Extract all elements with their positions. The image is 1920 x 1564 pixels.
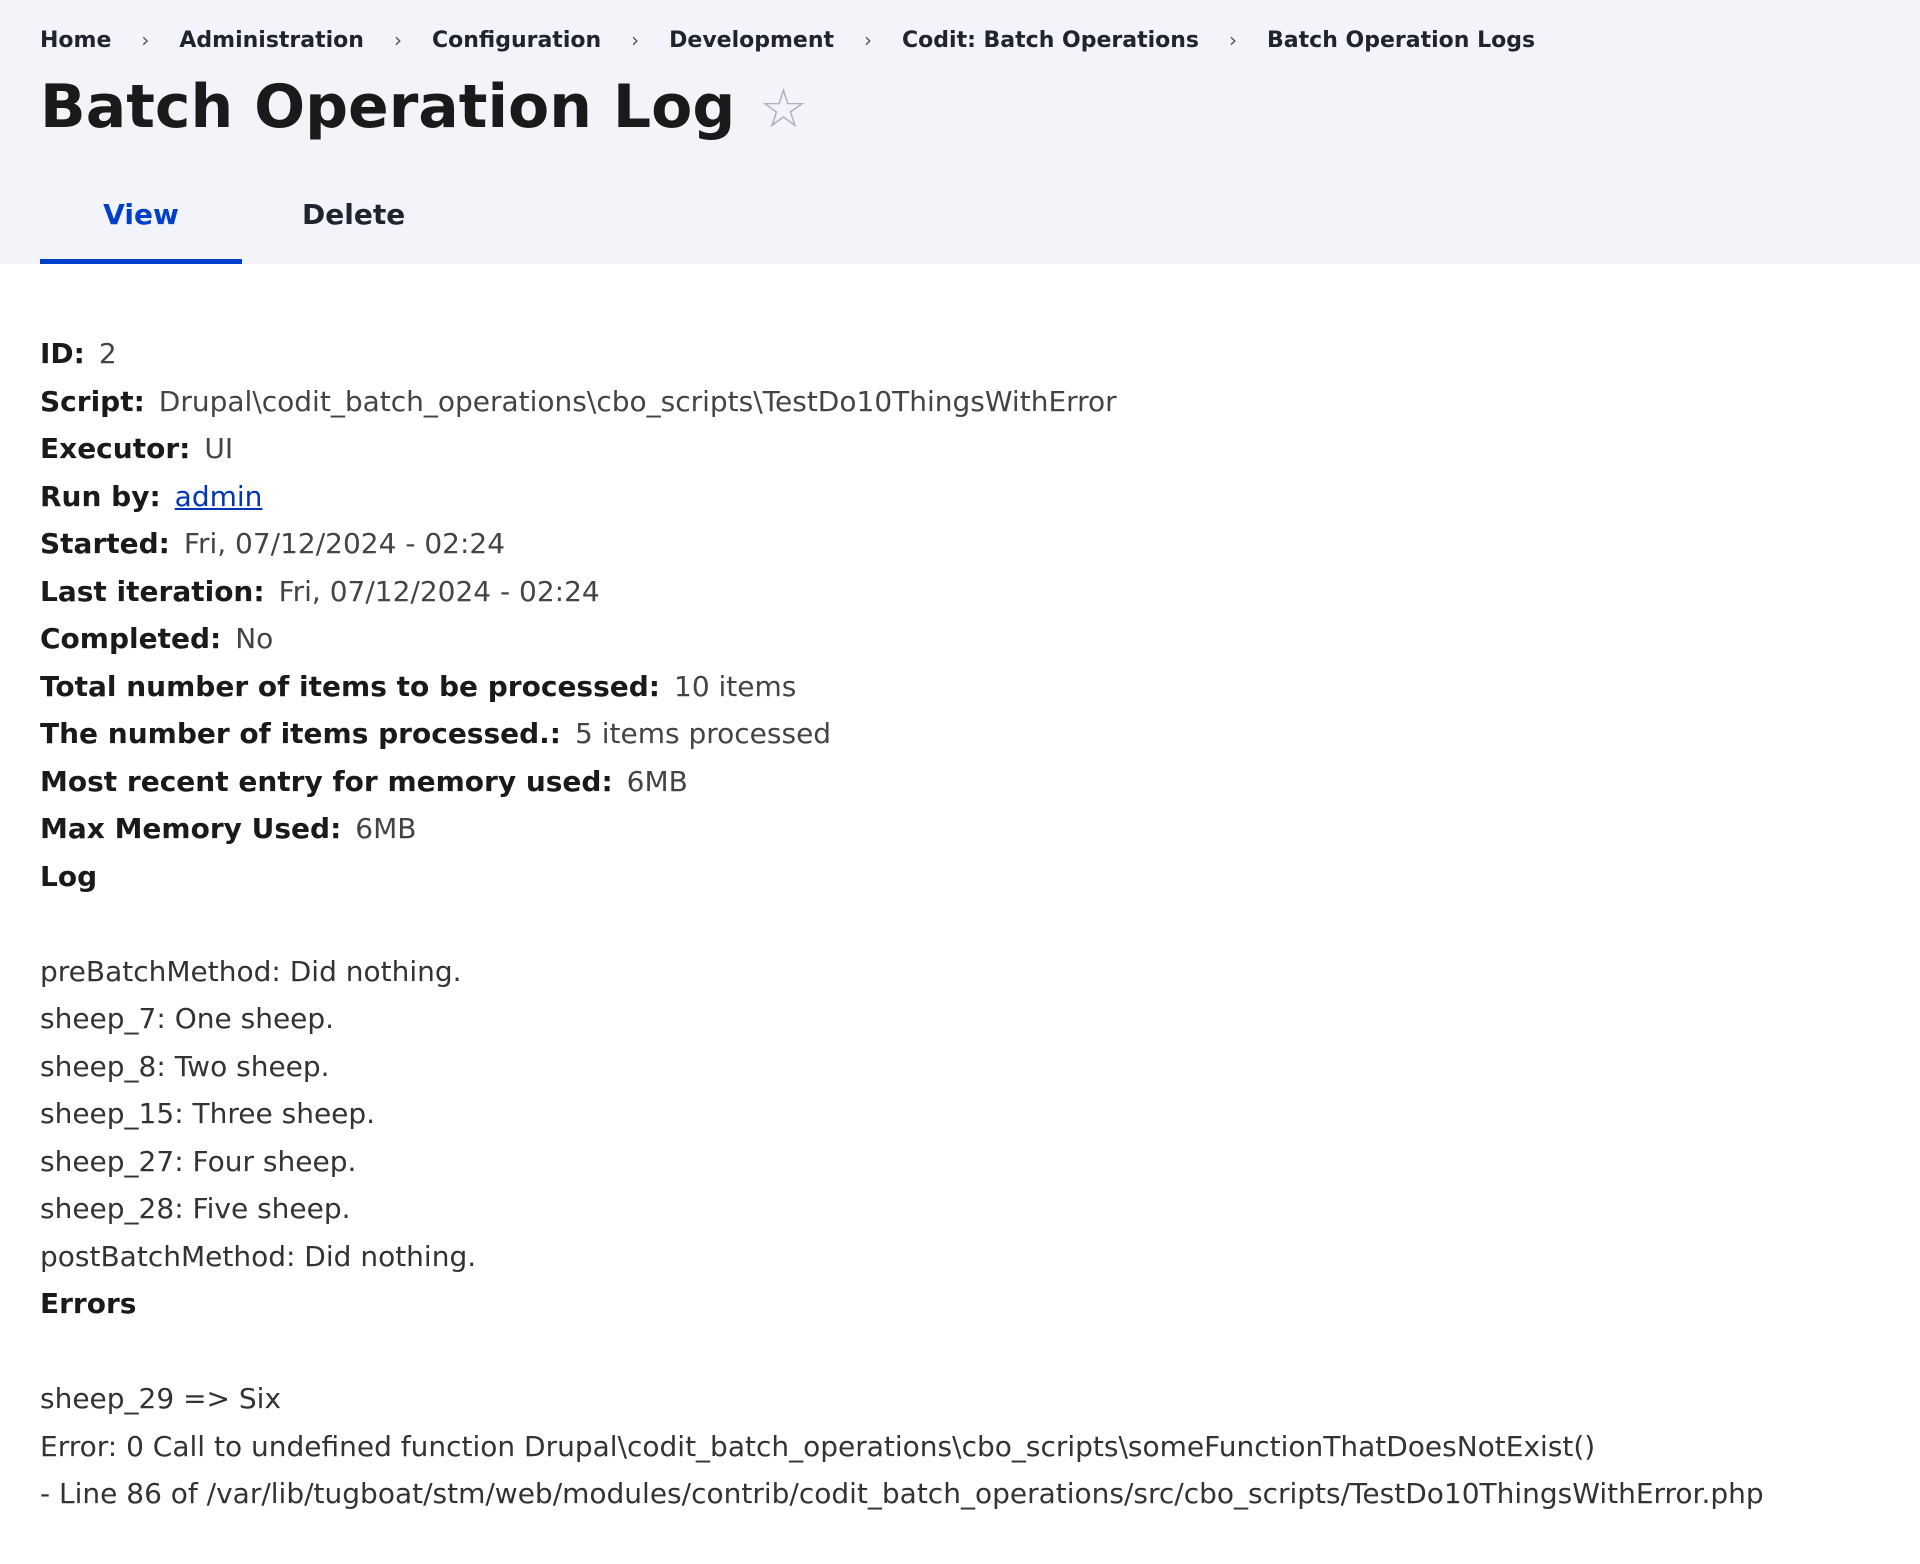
field-label: Most recent entry for memory used: <box>40 764 613 798</box>
breadcrumb-separator-icon: › <box>864 27 873 52</box>
field-label: The number of items processed.: <box>40 717 562 750</box>
local-tabs: View Delete <box>40 190 457 264</box>
field-value: 5 items processed <box>575 717 832 750</box>
log-line: preBatchMethod: Did nothing. <box>40 954 462 988</box>
field-value: Drupal\codit_batch_operations\cbo_script… <box>158 384 1117 418</box>
field-value: 6MB <box>626 764 688 798</box>
breadcrumb-home[interactable]: Home <box>40 28 111 53</box>
star-outline-icon[interactable]: ☆ <box>759 82 807 136</box>
log-line: sheep_7: One sheep. <box>40 1002 335 1035</box>
field-label: Run by: <box>40 479 161 513</box>
errors-heading: Errors <box>40 1287 137 1320</box>
log-line: sheep_28: Five sheep. <box>40 1192 351 1225</box>
field-label: Max Memory Used: <box>40 812 342 845</box>
breadcrumb-administration[interactable]: Administration <box>179 28 364 53</box>
field-label: Last iteration: <box>40 574 265 608</box>
field-script: Script: Drupal\codit_batch_operations\cbo… <box>40 378 1880 426</box>
field-completed: Completed: No <box>40 615 1880 663</box>
field-value: Fri, 07/12/2024 - 02:24 <box>278 574 600 608</box>
breadcrumb-separator-icon: › <box>1229 27 1238 52</box>
field-label: Executor: <box>40 432 191 465</box>
log-heading: Log <box>40 859 98 893</box>
field-last-iteration: Last iteration: Fri, 07/12/2024 - 02:24 <box>40 568 1880 616</box>
tab-delete[interactable]: Delete <box>242 190 457 264</box>
field-run-by: Run by: admin <box>40 473 1880 521</box>
breadcrumb: Home › Administration › Configuration › … <box>40 27 1535 54</box>
title-row: Batch Operation Log ☆ <box>40 72 808 142</box>
field-label: ID: <box>40 337 85 370</box>
breadcrumb-codit-batch-operations[interactable]: Codit: Batch Operations <box>902 28 1199 53</box>
error-line: sheep_29 => Six <box>40 1382 282 1415</box>
field-id: ID: 2 <box>40 330 1880 378</box>
log-line: postBatchMethod: Did nothing. <box>40 1239 477 1273</box>
field-label: Started: <box>40 527 170 560</box>
field-max-memory: Max Memory Used: 6MB <box>40 805 1880 853</box>
log-line: sheep_15: Three sheep. <box>40 1097 376 1130</box>
breadcrumb-separator-icon: › <box>141 27 150 52</box>
tab-view[interactable]: View <box>40 190 242 264</box>
breadcrumb-separator-icon: › <box>393 27 402 52</box>
page-header: Home › Administration › Configuration › … <box>0 0 1920 264</box>
run-by-user-link[interactable]: admin <box>175 480 263 513</box>
field-value: Fri, 07/12/2024 - 02:24 <box>183 527 506 560</box>
error-line: - Line 86 of /var/lib/tugboat/stm/web/mo… <box>40 1477 1764 1510</box>
breadcrumb-batch-operation-logs[interactable]: Batch Operation Logs <box>1267 28 1535 53</box>
log-line: sheep_8: Two sheep. <box>40 1049 330 1083</box>
field-value: No <box>235 622 274 655</box>
field-items-processed: The number of items processed.: 5 items p… <box>40 710 1880 758</box>
breadcrumb-configuration[interactable]: Configuration <box>432 28 601 53</box>
field-started: Started: Fri, 07/12/2024 - 02:24 <box>40 520 1880 568</box>
error-line: Error: 0 Call to undefined function Drup… <box>40 1429 1596 1463</box>
breadcrumb-separator-icon: › <box>631 27 640 52</box>
field-value: 2 <box>98 337 117 370</box>
field-value: 6MB <box>355 812 417 845</box>
page-title: Batch Operation Log <box>40 72 736 142</box>
log-line: sheep_27: Four sheep. <box>40 1144 357 1178</box>
field-executor: Executor: UI <box>40 425 1880 473</box>
field-label: Script: <box>40 384 145 418</box>
field-value: 10 items <box>674 669 797 703</box>
field-label: Total number of items to be processed: <box>40 669 660 703</box>
field-recent-memory: Most recent entry for memory used: 6MB <box>40 758 1880 806</box>
field-label: Completed: <box>40 622 222 655</box>
field-value: UI <box>204 432 234 465</box>
log-details: ID: 2 Script: Drupal\codit_batch_operation… <box>40 330 1880 1518</box>
breadcrumb-development[interactable]: Development <box>669 28 834 53</box>
field-total-items: Total number of items to be processed: 10… <box>40 663 1880 711</box>
